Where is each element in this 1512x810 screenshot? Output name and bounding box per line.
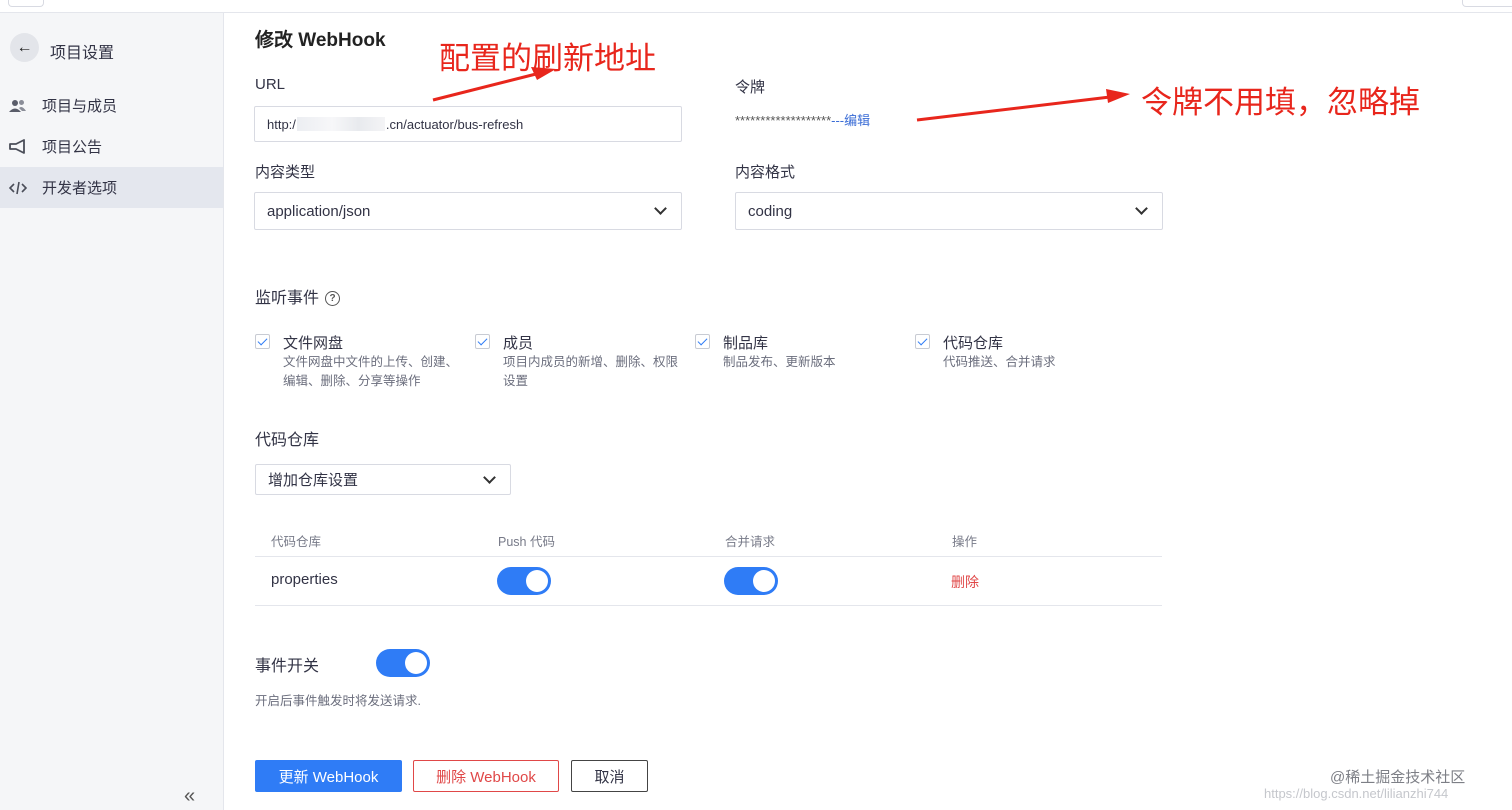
sidebar-title: 项目设置	[50, 45, 115, 62]
chevron-down-icon	[483, 470, 496, 484]
sidebar-item-developer[interactable]: 开发者选项	[0, 167, 223, 208]
event-desc: 代码推送、合并请求	[943, 355, 1056, 369]
merge-request-toggle[interactable]	[724, 567, 778, 595]
event-switch-label: 事件开关	[255, 658, 320, 675]
tab-stub-right	[1462, 0, 1512, 7]
content-type-value: application/json	[267, 202, 371, 220]
column-header: 合并请求	[725, 535, 776, 549]
watermark-url: https://blog.csdn.net/lilianzhi744	[1264, 786, 1449, 801]
url-input[interactable]: http:/ .cn/actuator/bus-refresh	[254, 106, 682, 142]
cancel-button[interactable]: 取消	[571, 760, 648, 792]
content-format-select[interactable]: coding	[735, 192, 1163, 230]
repo-section-label: 代码仓库	[255, 432, 320, 449]
url-label: URL	[255, 76, 286, 93]
token-annotation: 令牌不用填，忽略掉	[1141, 85, 1420, 120]
chevron-down-icon	[654, 202, 667, 215]
event-desc: 制品发布、更新版本	[723, 355, 836, 369]
token-label: 令牌	[735, 79, 766, 96]
token-edit-link[interactable]: ---编辑	[831, 113, 870, 128]
column-header: 操作	[952, 535, 978, 549]
sidebar-item-label: 项目公告	[42, 139, 103, 156]
sidebar: ← 项目设置 项目与成员 项目公告 开发者选项 «	[0, 13, 224, 810]
collapse-sidebar-icon[interactable]: «	[184, 785, 195, 808]
event-desc: 项目内成员的新增、删除、权限设置	[503, 355, 679, 388]
events-label: 监听事件?	[255, 284, 341, 308]
token-masked: *******************	[735, 113, 832, 128]
main-content: 修改 WebHook URL http:/ .cn/actuator/bus-re…	[224, 13, 1512, 810]
delete-repo-link[interactable]: 删除	[951, 572, 979, 592]
content-type-select[interactable]: application/json	[254, 192, 682, 230]
push-toggle[interactable]	[497, 567, 551, 595]
sidebar-item-label: 项目与成员	[42, 98, 118, 115]
event-title: 成员	[503, 335, 534, 352]
event-switch-toggle[interactable]	[376, 649, 430, 677]
content-format-value: coding	[748, 202, 793, 220]
event-checkbox[interactable]	[695, 334, 710, 349]
watermark-main: @稀土掘金技术社区	[1330, 769, 1466, 786]
sidebar-item-announcement[interactable]: 项目公告	[0, 126, 223, 167]
repo-name: properties	[271, 571, 338, 588]
url-suffix: .cn/actuator/bus-refresh	[385, 116, 524, 132]
column-header: Push 代码	[498, 535, 555, 549]
table-row: properties 删除	[255, 557, 1162, 606]
repo-table-header: 代码仓库 Push 代码 合并请求 操作	[255, 520, 1162, 557]
sidebar-item-label: 开发者选项	[42, 180, 118, 197]
browser-top-strip	[0, 0, 1512, 13]
sidebar-item-members[interactable]: 项目与成员	[0, 85, 223, 126]
help-icon[interactable]: ?	[325, 291, 341, 307]
event-desc: 文件网盘中文件的上传、创建、编辑、删除、分享等操作	[283, 355, 459, 388]
code-icon	[9, 179, 27, 197]
event-title: 制品库	[723, 335, 769, 352]
url-redacted-block	[296, 117, 385, 131]
event-checkbox[interactable]	[255, 334, 270, 349]
url-prefix: http:/	[267, 116, 296, 132]
column-header: 代码仓库	[271, 535, 322, 549]
event-checkbox[interactable]	[915, 334, 930, 349]
content-format-label: 内容格式	[735, 164, 796, 181]
token-value: *******************---编辑	[735, 110, 870, 129]
add-repo-select[interactable]: 增加仓库设置	[255, 464, 511, 495]
tab-stub-left	[8, 0, 44, 7]
events-label-text: 监听事件	[255, 290, 320, 307]
page-title: 修改 WebHook	[255, 30, 386, 51]
members-icon	[9, 97, 27, 115]
event-title: 文件网盘	[283, 335, 344, 352]
event-switch-hint: 开启后事件触发时将发送请求.	[255, 694, 421, 708]
back-arrow-icon[interactable]: ←	[10, 33, 39, 62]
event-title: 代码仓库	[943, 335, 1004, 352]
add-repo-select-value: 增加仓库设置	[268, 472, 359, 489]
event-checkbox[interactable]	[475, 334, 490, 349]
content-type-label: 内容类型	[255, 164, 316, 181]
update-webhook-button[interactable]: 更新 WebHook	[255, 760, 402, 792]
chevron-down-icon	[1135, 202, 1148, 215]
url-annotation: 配置的刷新地址	[439, 41, 656, 76]
delete-webhook-button[interactable]: 删除 WebHook	[413, 760, 559, 792]
megaphone-icon	[9, 138, 27, 156]
